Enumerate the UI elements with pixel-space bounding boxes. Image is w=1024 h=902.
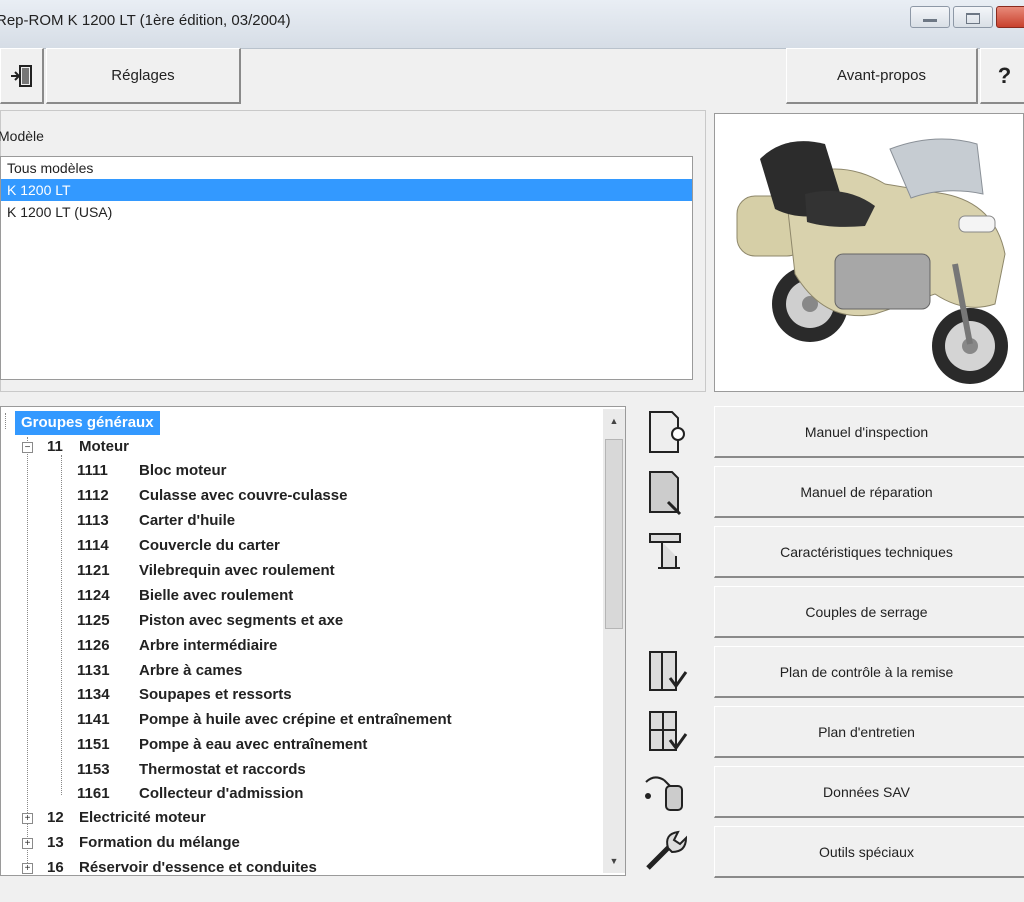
model-list[interactable]: Tous modèles K 1200 LT K 1200 LT (USA): [0, 156, 693, 380]
minimize-button[interactable]: [910, 6, 950, 28]
technical-data-icon: [649, 533, 681, 569]
tree-item-name: Soupapes et ressorts: [139, 686, 292, 703]
help-button[interactable]: ?: [980, 48, 1024, 104]
tree-item-code: 1134: [77, 686, 110, 703]
model-item-all[interactable]: Tous modèles: [1, 157, 692, 179]
minimize-icon: [923, 19, 937, 22]
tree-item-name: Bloc moteur: [139, 462, 227, 479]
tree-group-code: 12: [47, 809, 64, 826]
tree-item-name: Arbre intermédiaire: [139, 637, 278, 654]
tree-item-name: Couvercle du carter: [139, 537, 280, 554]
special-tools-icon: [646, 830, 688, 870]
tree-item-name: Carter d'huile: [139, 512, 236, 529]
button-label: Caractéristiques techniques: [780, 543, 953, 560]
tree-root[interactable]: Groupes généraux: [15, 411, 160, 435]
button-label: Données SAV: [823, 783, 910, 800]
scroll-thumb[interactable]: [605, 439, 623, 629]
tree-item-code: 1113: [77, 512, 109, 529]
tree-item-code: 1112: [77, 487, 109, 504]
tree-item-name: Arbre à cames: [139, 662, 243, 679]
expand-icon[interactable]: +: [22, 863, 33, 874]
tree-group-code: 16: [47, 859, 64, 876]
inspection-document-icon: [649, 411, 685, 453]
maintenance-plan-icon: [649, 711, 688, 751]
model-label: Modèle: [0, 128, 44, 144]
model-item-k1200lt-usa[interactable]: K 1200 LT (USA): [1, 201, 692, 223]
exit-door-icon: [10, 64, 32, 87]
repair-manual-icon: [649, 471, 682, 516]
tree-view[interactable]: Groupes généraux − 11 Moteur 1111 Bloc mo…: [0, 406, 626, 876]
tree-line: [61, 455, 62, 795]
button-label: Plan de contrôle à la remise: [779, 663, 954, 680]
tree-group-name: Electricité moteur: [79, 809, 206, 826]
button-label: Plan d'entretien: [818, 723, 915, 740]
tree-item-name: Vilebrequin avec roulement: [139, 562, 335, 579]
tree-item-code: 1131: [77, 662, 110, 679]
motorcycle-image: [714, 113, 1024, 392]
special-tools-button[interactable]: Outils spéciaux: [714, 826, 1024, 878]
tree-item-code: 1141: [77, 711, 110, 728]
tree-item-code: 1151: [77, 736, 110, 753]
technical-data-button[interactable]: Caractéristiques techniques: [714, 526, 1024, 578]
service-data-button[interactable]: Données SAV: [714, 766, 1024, 818]
tree-group-code: 11: [47, 438, 63, 455]
settings-button[interactable]: Réglages: [46, 48, 241, 104]
torque-values-button[interactable]: Couples de serrage: [714, 586, 1024, 638]
tree-item-code: 1121: [77, 562, 110, 579]
tree-item-code: 1114: [77, 537, 109, 554]
tree-item-code: 1153: [77, 761, 110, 778]
collapse-icon[interactable]: −: [22, 442, 33, 453]
repair-manual-button[interactable]: Manuel de réparation: [714, 466, 1024, 518]
button-label: Manuel de réparation: [800, 483, 933, 500]
tree-item-name: Culasse avec couvre-culasse: [139, 487, 348, 504]
tree-item-code: 1161: [77, 785, 110, 802]
button-label: Couples de serrage: [805, 603, 928, 620]
tree-item-name: Pompe à huile avec crépine et entraîneme…: [139, 711, 452, 728]
tree-item-name: Thermostat et raccords: [139, 761, 306, 778]
tree-item-name: Piston avec segments et axe: [139, 612, 344, 629]
inspection-manual-button[interactable]: Manuel d'inspection: [714, 406, 1024, 458]
tree-item-name: Collecteur d'admission: [139, 785, 304, 802]
tree-item-name: Pompe à eau avec entraînement: [139, 736, 368, 753]
tree-group-name: Réservoir d'essence et conduites: [79, 859, 317, 876]
maintenance-plan-button[interactable]: Plan d'entretien: [714, 706, 1024, 758]
model-item-k1200lt[interactable]: K 1200 LT: [1, 179, 692, 201]
tree-line: [27, 437, 28, 869]
tree-group-code: 13: [47, 834, 64, 851]
motorcycle-illustration: [736, 138, 1008, 384]
tree-line: [5, 413, 6, 429]
maximize-button[interactable]: [953, 6, 993, 28]
button-label: Outils spéciaux: [819, 843, 914, 860]
tree-item-code: 1124: [77, 587, 110, 604]
tree-scrollbar[interactable]: ▲ ▼: [603, 409, 625, 873]
foreword-button[interactable]: Avant-propos: [786, 48, 978, 104]
tree-item-code: 1111: [77, 462, 108, 479]
expand-icon[interactable]: +: [22, 813, 33, 824]
tree-item-code: 1126: [77, 637, 110, 654]
close-button[interactable]: [996, 6, 1024, 28]
scroll-up-icon[interactable]: ▲: [603, 411, 625, 431]
exit-button[interactable]: [0, 48, 44, 104]
delivery-checklist-icon: [649, 651, 688, 691]
toolbar: Réglages Avant-propos ?: [0, 48, 1024, 106]
tree-group-name: Formation du mélange: [79, 834, 240, 851]
button-label: Manuel d'inspection: [804, 423, 929, 440]
service-data-icon: [645, 776, 683, 811]
tree-group-name: Moteur: [79, 438, 129, 455]
expand-icon[interactable]: +: [22, 838, 33, 849]
tree-item-name: Bielle avec roulement: [139, 587, 294, 604]
tree-item-code: 1125: [77, 612, 110, 629]
title-bar: Rep-ROM K 1200 LT (1ère édition, 03/2004…: [0, 0, 1024, 49]
scroll-down-icon[interactable]: ▼: [603, 851, 625, 871]
window-title: Rep-ROM K 1200 LT (1ère édition, 03/2004…: [0, 12, 291, 29]
maximize-icon: [966, 13, 980, 24]
delivery-checklist-button[interactable]: Plan de contrôle à la remise: [714, 646, 1024, 698]
